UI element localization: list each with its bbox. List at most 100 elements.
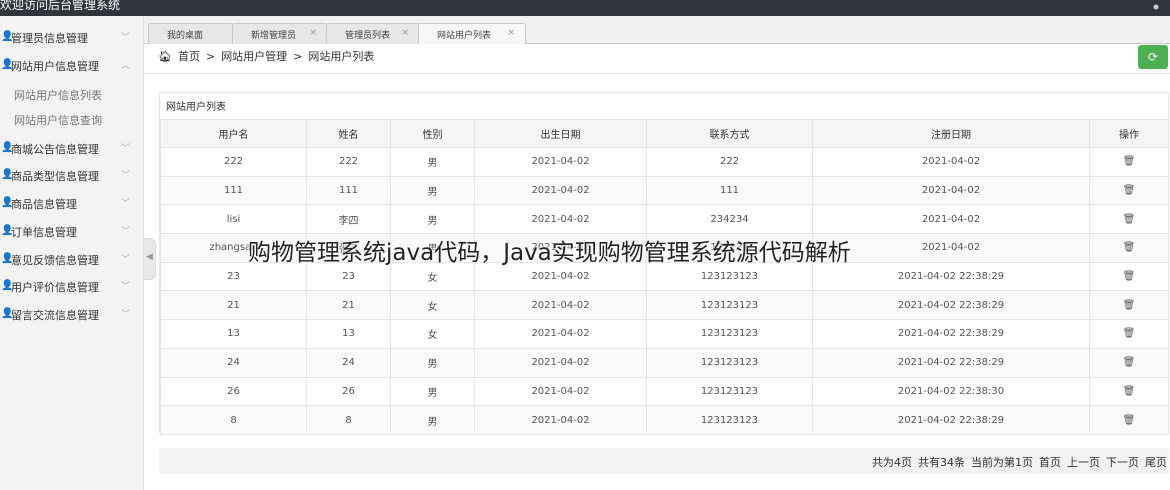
action-cell: 🗑︎ [1089, 347, 1169, 378]
column-header: 注册日期 [812, 119, 1090, 148]
table-cell: 123123123 [646, 347, 813, 378]
table-cell: 234234 [646, 204, 813, 235]
table-cell: 2021-04-02 [474, 204, 647, 235]
home-icon: 🏠︎ [158, 50, 172, 63]
breadcrumb-section[interactable]: 网站用户管理 [221, 50, 287, 63]
refresh-icon: ⟳ [1147, 50, 1159, 64]
table-cell: 女 [390, 319, 475, 349]
table-row: 111 111 男 2021-04-02 111 2021-04-02 🗑︎ [160, 175, 1169, 206]
action-cell: 🗑︎ [1089, 147, 1169, 177]
trash-icon[interactable]: 🗑︎ [1123, 300, 1136, 311]
window-control-icon[interactable] [1152, 3, 1160, 11]
action-cell: 🗑︎ [1089, 376, 1169, 407]
sidebar-item-label: 网站用户信息管理 [11, 60, 99, 73]
table-cell: 男 [390, 376, 475, 407]
first-page-link[interactable]: 首页 [1039, 456, 1061, 469]
table-cell: 21 [306, 290, 391, 321]
sidebar-item-announcements[interactable]: 👤 商城公告信息管理 ﹀ [0, 136, 144, 160]
chevron-down-icon: ﹀ [121, 255, 131, 265]
breadcrumb: 🏠︎ 首页 > 网站用户管理 > 网站用户列表 [158, 48, 380, 68]
trash-icon[interactable]: 🗑︎ [1123, 328, 1136, 339]
tab-add-admin[interactable]: 新增管理员 × [232, 23, 328, 44]
column-header: 联系方式 [646, 119, 813, 148]
sidebar-subitem-user-query[interactable]: 网站用户信息查询 [14, 112, 102, 128]
sidebar-item-label: 意见反馈信息管理 [11, 254, 99, 267]
action-cell: 🗑︎ [1089, 290, 1169, 321]
sidebar-item-label: 用户评价信息管理 [11, 281, 99, 294]
table-cell: 2021-04-02 22:38:29 [812, 319, 1090, 349]
sidebar-item-label: 订单信息管理 [11, 226, 77, 239]
trash-icon[interactable]: 🗑︎ [1123, 214, 1136, 225]
pagination: 共为4页 共有34条 当前为第1页 首页 上一页 下一页 尾页 [159, 448, 1169, 474]
close-icon[interactable]: × [507, 28, 515, 38]
trash-icon[interactable]: 🗑︎ [1123, 242, 1136, 253]
chevron-down-icon: ﹀ [121, 171, 131, 181]
trash-icon[interactable]: 🗑︎ [1123, 415, 1136, 426]
chevron-up-icon: ︿ [121, 61, 131, 71]
table-cell: 26 [306, 376, 391, 407]
action-cell: 🗑︎ [1089, 261, 1169, 292]
trash-icon[interactable]: 🗑︎ [1123, 386, 1136, 397]
trash-icon[interactable]: 🗑︎ [1123, 357, 1136, 368]
trash-icon[interactable]: 🗑︎ [1123, 271, 1136, 282]
table-header-row: 用户名 姓名 性别 出生日期 联系方式 注册日期 操作 [160, 119, 1169, 148]
total-pages: 共为4页 [872, 456, 912, 469]
table-cell: 2021-04-02 [474, 405, 647, 435]
overlay-caption: 购物管理系统java代码，Java实现购物管理系统源代码解析 [248, 240, 851, 266]
sidebar: 👤 管理员信息管理 ﹀ 👤 网站用户信息管理 ︿ 网站用户信息列表 网站用户信息… [0, 16, 144, 490]
next-page-link[interactable]: 下一页 [1106, 456, 1139, 469]
sidebar-item-products[interactable]: 👤 商品信息管理 ﹀ [0, 191, 144, 215]
table-row: 13 13 女 2021-04-02 123123123 2021-04-02 22:38… [160, 319, 1169, 349]
close-icon[interactable]: × [309, 28, 317, 38]
divider [144, 73, 1170, 74]
table-cell: 2021-04-02 [812, 204, 1090, 235]
prev-page-link[interactable]: 上一页 [1067, 456, 1100, 469]
close-icon[interactable]: × [401, 28, 409, 38]
table-cell: 2021-04-02 [474, 347, 647, 378]
table-cell: 123123123 [646, 405, 813, 435]
table-cell: 2021-04-02 [474, 319, 647, 349]
table-cell: 2021-04-02 [474, 290, 647, 321]
sidebar-subitem-user-list[interactable]: 网站用户信息列表 [14, 87, 102, 103]
column-header: 姓名 [306, 119, 391, 148]
table-cell: 2021-04-02 22:38:29 [812, 261, 1090, 292]
tab-site-user-list[interactable]: 网站用户列表 × [418, 23, 526, 44]
sidebar-item-admin[interactable]: 👤 管理员信息管理 ﹀ [0, 25, 144, 49]
sidebar-item-reviews[interactable]: 👤 用户评价信息管理 ﹀ [0, 274, 144, 298]
table-cell: 222 [646, 147, 813, 177]
refresh-button[interactable]: ⟳ [1138, 45, 1168, 69]
sidebar-item-product-types[interactable]: 👤 商品类型信息管理 ﹀ [0, 163, 144, 187]
table-cell: 男 [390, 147, 475, 177]
breadcrumb-home[interactable]: 首页 [178, 50, 200, 63]
table-cell: 26 [160, 376, 307, 407]
table-cell: 2021-04-02 [474, 175, 647, 206]
last-page-link[interactable]: 尾页 [1145, 456, 1167, 469]
total-records: 共有34条 [918, 456, 965, 469]
sidebar-item-site-users[interactable]: 👤 网站用户信息管理 ︿ [0, 53, 144, 77]
sidebar-item-feedback[interactable]: 👤 意见反馈信息管理 ﹀ [0, 247, 144, 271]
tab-desktop[interactable]: 我的桌面 [148, 23, 234, 44]
action-cell: 🗑︎ [1089, 204, 1169, 235]
chevron-down-icon: ﹀ [121, 33, 131, 43]
app-title: 欢迎访问后台管理系统 [0, 0, 121, 12]
column-header: 用户名 [160, 119, 307, 148]
sidebar-item-orders[interactable]: 👤 订单信息管理 ﹀ [0, 219, 144, 243]
sidebar-item-messages[interactable]: 👤 留言交流信息管理 ﹀ [0, 302, 144, 326]
action-cell: 🗑︎ [1089, 319, 1169, 349]
sidebar-collapse-toggle[interactable]: ◀ [144, 238, 156, 280]
table-row: 222 222 男 2021-04-02 222 2021-04-02 🗑︎ [160, 147, 1169, 177]
chevron-down-icon: ﹀ [121, 144, 131, 154]
current-page: 当前为第1页 [971, 456, 1033, 469]
table-cell: 222 [160, 147, 307, 177]
trash-icon[interactable]: 🗑︎ [1123, 156, 1136, 167]
tab-admin-list[interactable]: 管理员列表 × [326, 23, 420, 44]
table-row: 26 26 男 2021-04-02 123123123 2021-04-02 22:38… [160, 376, 1169, 407]
table-cell: 2021-04-02 22:38:29 [812, 347, 1090, 378]
column-header: 出生日期 [474, 119, 647, 148]
breadcrumb-current: 网站用户列表 [308, 50, 375, 63]
panel-title: 网站用户列表 [166, 102, 226, 113]
top-header: 欢迎访问后台管理系统 [0, 0, 1170, 16]
table-cell: 21 [160, 290, 307, 321]
trash-icon[interactable]: 🗑︎ [1123, 185, 1136, 196]
table-cell: 123123123 [646, 376, 813, 407]
